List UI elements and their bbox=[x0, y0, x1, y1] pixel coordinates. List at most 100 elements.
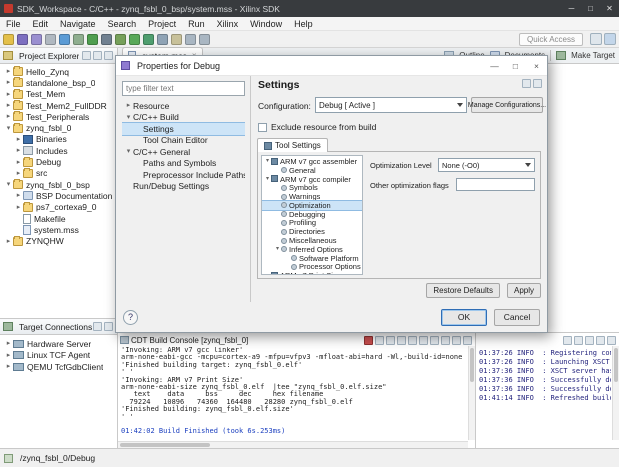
search-icon[interactable] bbox=[157, 34, 168, 45]
expanded-arrow-icon[interactable]: ▾ bbox=[124, 114, 133, 121]
other-flags-input[interactable] bbox=[456, 178, 535, 191]
menu-project[interactable]: Project bbox=[142, 19, 182, 29]
back-history-icon[interactable] bbox=[522, 79, 531, 88]
project-tree-item[interactable]: Makefile bbox=[2, 213, 117, 224]
clear-console-icon[interactable] bbox=[397, 336, 406, 345]
minimize-window-icon[interactable]: ─ bbox=[562, 0, 581, 17]
clear-log-icon[interactable] bbox=[563, 336, 572, 345]
view-menu-icon[interactable] bbox=[104, 322, 113, 331]
target-tree-item[interactable]: ▸QEMU TcfGdbClient bbox=[2, 361, 117, 373]
tool-tree-item[interactable]: Miscellaneous bbox=[262, 236, 362, 245]
make-target-view-button[interactable]: Make Target bbox=[556, 51, 615, 60]
target-tree-item[interactable]: ▸Linux TCF Agent bbox=[2, 350, 117, 362]
project-tree-item[interactable]: ▸Hello_Zynq bbox=[2, 66, 117, 77]
word-wrap-icon[interactable] bbox=[419, 336, 428, 345]
dialog-nav-item[interactable]: Run/Debug Settings bbox=[122, 181, 245, 193]
dialog-nav-item[interactable]: ▾C/C++ Build bbox=[122, 112, 245, 124]
tool-tree-item[interactable]: Debugging bbox=[262, 210, 362, 219]
expanded-arrow-icon[interactable]: ▾ bbox=[4, 181, 13, 188]
collapsed-arrow-icon[interactable]: ▸ bbox=[4, 68, 13, 75]
menu-file[interactable]: File bbox=[0, 19, 27, 29]
scroll-lock-icon[interactable] bbox=[574, 336, 583, 345]
tool-tree-item[interactable]: ▾ARM v7 gcc assembler bbox=[262, 157, 362, 166]
project-tree-item[interactable]: ▸Binaries bbox=[2, 134, 117, 145]
menu-window[interactable]: Window bbox=[244, 19, 288, 29]
collapsed-arrow-icon[interactable]: ▸ bbox=[4, 113, 13, 120]
menu-xilinx[interactable]: Xilinx bbox=[211, 19, 245, 29]
project-tree-item[interactable]: ▸Includes bbox=[2, 145, 117, 156]
tool-tree-item[interactable]: Warnings bbox=[262, 192, 362, 201]
sdk-log-vertical-scrollbar[interactable] bbox=[612, 346, 619, 440]
project-tree-item[interactable]: system.mss bbox=[2, 224, 117, 235]
collapsed-arrow-icon[interactable]: ▸ bbox=[14, 204, 23, 211]
tool-tree-item[interactable]: Profiling bbox=[262, 219, 362, 228]
annotation-nav-icon[interactable] bbox=[171, 34, 182, 45]
expanded-arrow-icon[interactable]: ▾ bbox=[264, 176, 271, 182]
project-tree-item[interactable]: ▾zynq_fsbl_0_bsp bbox=[2, 179, 117, 190]
maximize-icon[interactable] bbox=[607, 336, 616, 345]
view-menu-icon[interactable] bbox=[585, 336, 594, 345]
sdk-terminal-icon[interactable] bbox=[101, 34, 112, 45]
remove-all-launches-icon[interactable] bbox=[386, 336, 395, 345]
scrollbar-thumb[interactable] bbox=[614, 348, 618, 382]
new-wizard-icon[interactable] bbox=[3, 34, 14, 45]
minimize-icon[interactable] bbox=[596, 336, 605, 345]
dialog-maximize-icon[interactable]: □ bbox=[505, 56, 526, 75]
run-icon[interactable] bbox=[129, 34, 140, 45]
project-tree-item[interactable]: ▸Test_Peripherals bbox=[2, 111, 117, 122]
expanded-arrow-icon[interactable]: ▾ bbox=[274, 246, 281, 252]
apply-button[interactable]: Apply bbox=[507, 283, 541, 298]
close-window-icon[interactable]: ✕ bbox=[600, 0, 619, 17]
dialog-nav-item[interactable]: Preprocessor Include Paths, Macros etc. bbox=[122, 169, 245, 181]
restore-defaults-button[interactable]: Restore Defaults bbox=[426, 283, 500, 298]
project-tree-item[interactable]: ▸standalone_bsp_0 bbox=[2, 77, 117, 88]
menu-help[interactable]: Help bbox=[288, 19, 319, 29]
optimization-level-select[interactable]: None (-O0) bbox=[438, 158, 535, 172]
project-tree-item[interactable]: ▸BSP Documentation bbox=[2, 190, 117, 201]
console-horizontal-scrollbar[interactable] bbox=[118, 441, 468, 448]
target-tree-item[interactable]: ▸Hardware Server bbox=[2, 338, 117, 350]
scrollbar-thumb[interactable] bbox=[120, 443, 210, 447]
quick-access-box[interactable]: Quick Access bbox=[519, 33, 583, 46]
terminate-icon[interactable] bbox=[364, 336, 373, 345]
maximize-icon[interactable] bbox=[463, 336, 472, 345]
dialog-close-icon[interactable]: × bbox=[526, 56, 547, 75]
dialog-nav-item[interactable]: Paths and Symbols bbox=[122, 158, 245, 170]
collapsed-arrow-icon[interactable]: ▸ bbox=[14, 170, 23, 177]
debug-icon[interactable] bbox=[115, 34, 126, 45]
menu-edit[interactable]: Edit bbox=[27, 19, 55, 29]
collapse-all-icon[interactable] bbox=[82, 51, 91, 60]
collapsed-arrow-icon[interactable]: ▸ bbox=[4, 238, 13, 245]
save-icon[interactable] bbox=[17, 34, 28, 45]
collapsed-arrow-icon[interactable]: ▸ bbox=[4, 340, 13, 347]
scrollbar-thumb[interactable] bbox=[470, 348, 474, 382]
tool-tree-item[interactable]: Software Platform bbox=[262, 254, 362, 263]
cancel-button[interactable]: Cancel bbox=[494, 309, 540, 326]
build-all-icon[interactable] bbox=[45, 34, 56, 45]
expanded-arrow-icon[interactable]: ▾ bbox=[264, 158, 271, 164]
tool-tree-item[interactable]: General bbox=[262, 166, 362, 175]
tool-tree-item[interactable]: Directories bbox=[262, 227, 362, 236]
project-tree-item[interactable]: ▸ZYNQHW bbox=[2, 235, 117, 246]
collapsed-arrow-icon[interactable]: ▸ bbox=[14, 147, 23, 154]
minimize-icon[interactable] bbox=[452, 336, 461, 345]
expanded-arrow-icon[interactable]: ▾ bbox=[4, 125, 13, 132]
project-tree-item[interactable]: ▸Test_Mem2_FullDDR bbox=[2, 100, 117, 111]
project-tree-item[interactable]: ▸src bbox=[2, 168, 117, 179]
help-button[interactable]: ? bbox=[123, 310, 138, 325]
tool-tree-item[interactable]: Symbols bbox=[262, 183, 362, 192]
open-perspective-icon[interactable] bbox=[590, 33, 602, 45]
menu-search[interactable]: Search bbox=[102, 19, 143, 29]
display-selected-console-icon[interactable] bbox=[441, 336, 450, 345]
tool-tree-item[interactable]: ▾ARM v7 gcc compiler bbox=[262, 175, 362, 184]
remove-launch-icon[interactable] bbox=[375, 336, 384, 345]
manage-configurations-button[interactable]: Manage Configurations... bbox=[471, 97, 543, 113]
menu-navigate[interactable]: Navigate bbox=[54, 19, 102, 29]
collapsed-arrow-icon[interactable]: ▸ bbox=[4, 102, 13, 109]
add-target-icon[interactable] bbox=[93, 322, 102, 331]
view-menu-icon[interactable] bbox=[93, 51, 102, 60]
tool-tree-item[interactable]: Optimization bbox=[262, 201, 362, 210]
maximize-window-icon[interactable]: □ bbox=[581, 0, 600, 17]
forward-history-icon[interactable] bbox=[533, 79, 542, 88]
collapsed-arrow-icon[interactable]: ▸ bbox=[14, 192, 23, 199]
